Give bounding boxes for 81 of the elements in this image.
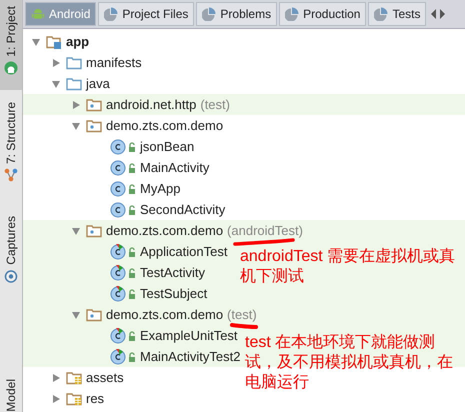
expanded-arrow-icon[interactable] xyxy=(31,36,41,46)
resource-folder-icon xyxy=(66,392,82,406)
package-icon xyxy=(86,98,102,112)
collapsed-arrow-icon[interactable] xyxy=(51,394,61,404)
tree-item[interactable]: TestActivity xyxy=(91,262,206,283)
tree-item[interactable]: jsonBean xyxy=(91,136,194,157)
android-icon xyxy=(4,60,18,75)
package-icon xyxy=(86,308,102,322)
scroll-tabs-icon[interactable] xyxy=(431,9,446,19)
class-icon xyxy=(110,202,138,218)
node-label: android.net.http xyxy=(106,97,196,112)
folder-icon xyxy=(66,76,82,90)
class-icon xyxy=(110,138,138,154)
node-label: demo.zts.com.demo xyxy=(106,307,224,322)
node-label: manifests xyxy=(86,55,142,70)
tool-window-tab[interactable]: 7: Structure xyxy=(0,96,22,198)
node-label: MyApp xyxy=(140,181,180,196)
view-tab[interactable]: Tests xyxy=(368,2,426,26)
underline-mark xyxy=(233,238,295,246)
annotation-note: test 在本地环境下就能做测试，及不用模拟机或真机，在电脑运行 xyxy=(245,333,454,393)
test-class-icon xyxy=(110,264,138,280)
tree-item[interactable]: MainActivity xyxy=(91,157,210,178)
tool-window-tab[interactable]: Captures xyxy=(0,210,22,300)
tree-item[interactable]: ApplicationTest xyxy=(91,241,228,262)
source-set-label: (test) xyxy=(227,307,257,322)
view-tab[interactable]: Project Files xyxy=(98,2,194,26)
expanded-arrow-icon[interactable] xyxy=(71,226,81,236)
collapsed-arrow-icon[interactable] xyxy=(51,58,61,68)
tree-item[interactable]: SecondActivity xyxy=(91,199,226,220)
android-icon xyxy=(31,7,45,21)
module-folder-icon xyxy=(46,34,62,48)
package-icon xyxy=(86,224,102,238)
tree-item[interactable]: demo.zts.com.demo xyxy=(71,115,224,136)
node-label: MainActivity xyxy=(140,160,210,175)
test-class-icon xyxy=(110,244,138,260)
collapsed-arrow-icon[interactable] xyxy=(71,100,81,110)
expanded-arrow-icon[interactable] xyxy=(71,120,81,130)
node-label: ApplicationTest xyxy=(140,244,228,259)
collapsed-arrow-icon[interactable] xyxy=(51,372,61,382)
expanded-arrow-icon[interactable] xyxy=(51,78,61,88)
node-label: TestActivity xyxy=(140,265,206,280)
view-tab[interactable]: Production xyxy=(279,2,366,26)
tree-item[interactable]: manifests xyxy=(51,52,142,73)
camera-icon xyxy=(4,268,18,283)
node-label: res xyxy=(86,391,104,406)
underline-mark xyxy=(230,322,258,330)
pie-chart-icon xyxy=(374,7,388,21)
tree-item[interactable]: assets xyxy=(51,367,124,388)
test-class-icon xyxy=(110,328,138,344)
node-label: demo.zts.com.demo xyxy=(106,118,224,133)
class-icon xyxy=(110,180,138,196)
package-icon xyxy=(86,118,102,132)
pie-chart-icon xyxy=(202,7,216,21)
source-set-label: (androidTest) xyxy=(227,223,303,238)
pie-chart-icon xyxy=(104,7,118,21)
pie-chart-icon xyxy=(285,7,300,21)
tree-item[interactable]: res xyxy=(51,388,104,409)
node-label: jsonBean xyxy=(140,139,194,154)
structure-icon xyxy=(4,168,18,182)
node-label: SecondActivity xyxy=(140,202,226,217)
test-class-icon xyxy=(110,348,138,364)
resource-folder-icon xyxy=(66,370,82,384)
node-label: MainActivityTest2 xyxy=(140,349,240,364)
annotation-note: androidTest 需要在虚拟机或真机下测试 xyxy=(240,247,456,287)
tool-window-tab[interactable]: 1: Project xyxy=(0,0,22,90)
node-label: ExampleUnitTest xyxy=(140,328,238,343)
expanded-arrow-icon[interactable] xyxy=(71,310,81,320)
folder-icon xyxy=(66,56,82,70)
node-label: app xyxy=(66,34,90,49)
tool-window-tab[interactable]: Model xyxy=(0,373,22,412)
tree-item[interactable]: java xyxy=(51,73,110,94)
view-tab[interactable]: Problems xyxy=(196,2,278,26)
node-label: assets xyxy=(86,370,124,385)
tree-item[interactable]: MyApp xyxy=(91,178,180,199)
test-class-icon xyxy=(110,286,138,302)
node-label: java xyxy=(86,76,110,91)
source-set-label: (test) xyxy=(200,97,230,112)
tree-item[interactable]: app xyxy=(31,31,90,52)
node-label: demo.zts.com.demo xyxy=(106,223,224,238)
node-label: TestSubject xyxy=(140,286,208,301)
class-icon xyxy=(110,160,138,176)
